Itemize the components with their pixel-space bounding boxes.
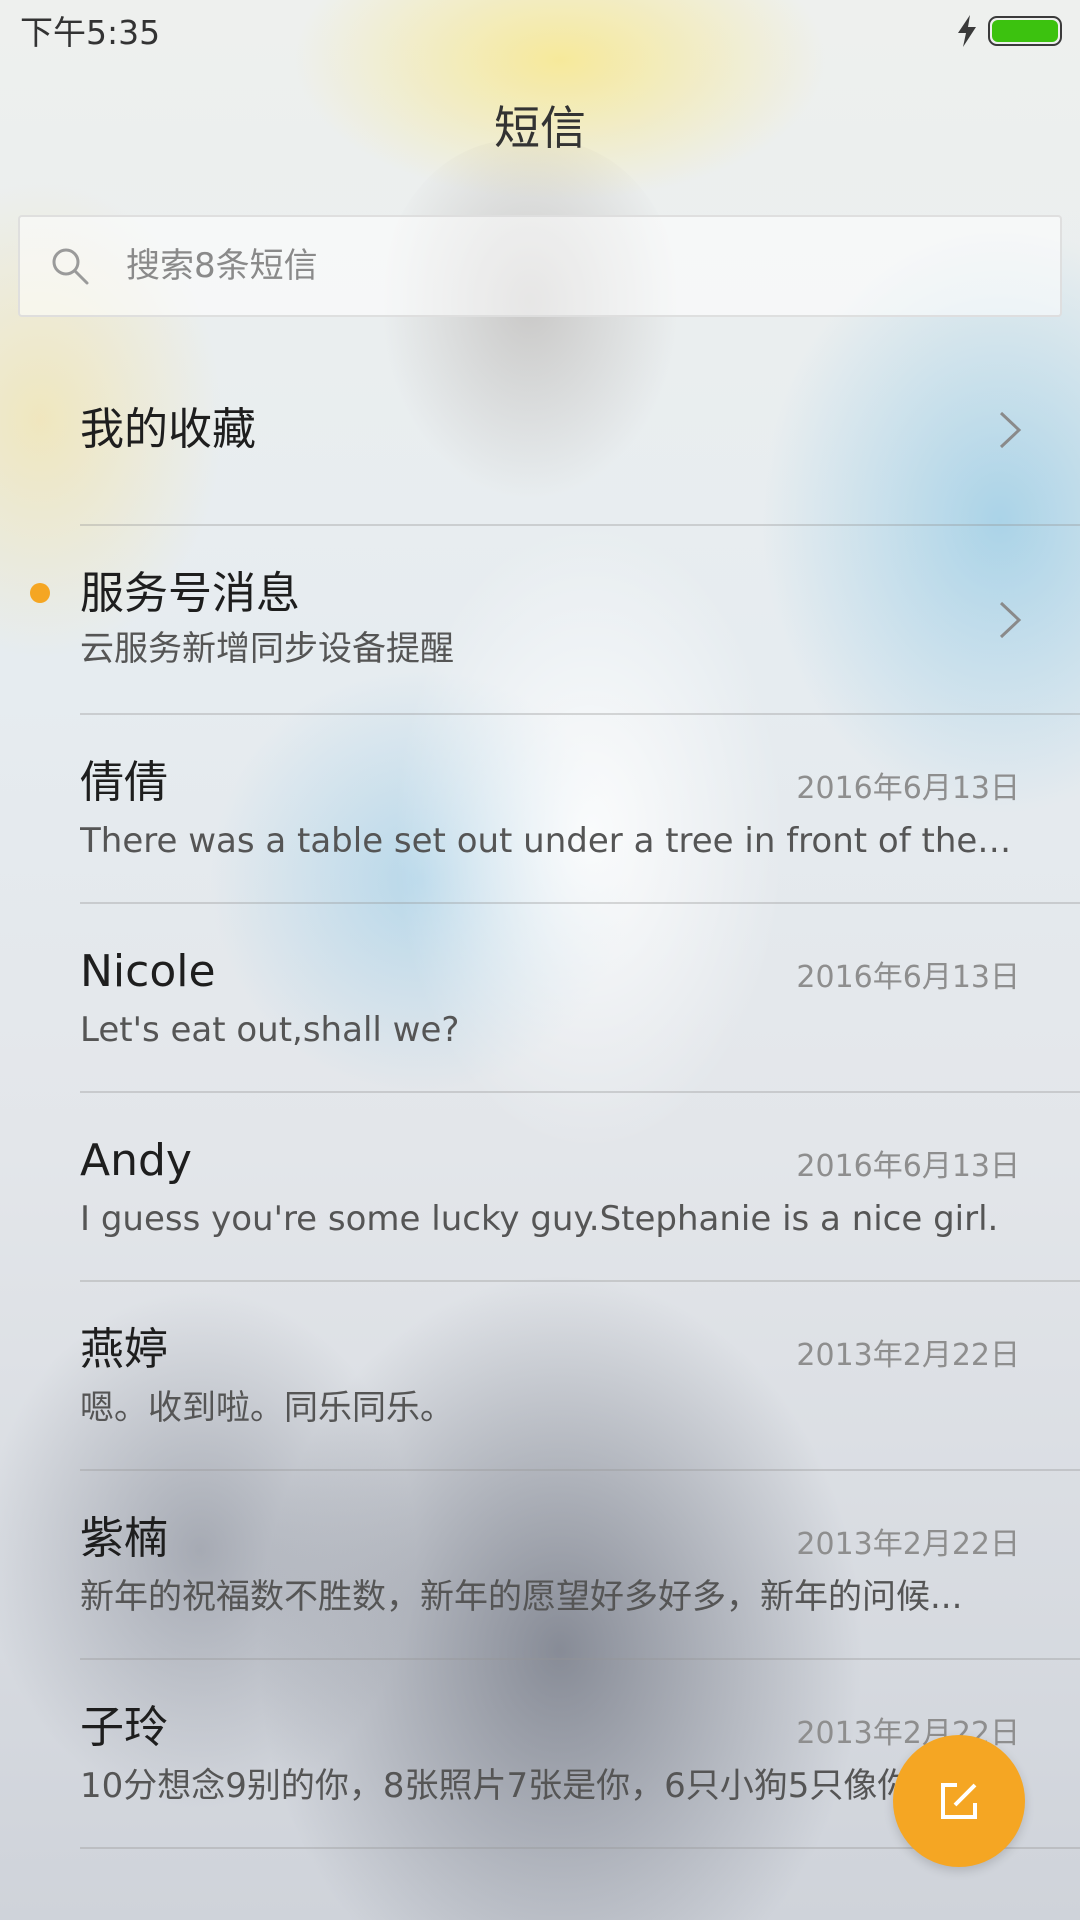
service-title: 服务号消息 — [80, 568, 300, 619]
battery-icon — [988, 16, 1062, 46]
page-title: 短信 — [494, 101, 586, 155]
message-preview: I guess you're some lucky guy.Stephanie … — [80, 1199, 999, 1239]
battery-level — [992, 20, 1058, 42]
contact-name: 紫楠 — [80, 1513, 168, 1564]
message-date: 2016年6月13日 — [796, 1149, 1020, 1184]
status-indicators — [956, 14, 1062, 48]
conversation-item[interactable]: Nicole 2016年6月13日 Let's eat out,shall we… — [0, 904, 1080, 1093]
message-date: 2013年2月22日 — [796, 1527, 1020, 1562]
conversation-item[interactable]: 倩倩 2016年6月13日 There was a table set out … — [0, 715, 1080, 904]
favorites-row[interactable]: 我的收藏 — [0, 337, 1080, 526]
message-preview: 10分想念9别的你，8张照片7张是你，6只小狗5只像你 — [80, 1766, 912, 1806]
message-date: 2016年6月13日 — [796, 771, 1020, 806]
sms-app: 下午5:35 短信 我的收藏 服务号消息 云服务新增同步设备提醒 — [0, 0, 1080, 1920]
status-time: 下午5:35 — [20, 13, 161, 52]
conversation-item[interactable]: 燕婷 2013年2月22日 嗯。收到啦。同乐同乐。 — [0, 1282, 1080, 1471]
message-preview: 嗯。收到啦。同乐同乐。 — [80, 1388, 454, 1428]
contact-name: 燕婷 — [80, 1324, 168, 1375]
chevron-right-icon — [999, 601, 1022, 639]
message-preview: Let's eat out,shall we? — [80, 1010, 460, 1050]
search-input[interactable] — [124, 245, 928, 287]
message-preview: 新年的祝福数不胜数，新年的愿望好多好多，新年的问候... — [80, 1577, 963, 1617]
lightning-icon — [958, 15, 976, 47]
contact-name: 倩倩 — [80, 757, 168, 808]
conversation-item[interactable]: 紫楠 2013年2月22日 新年的祝福数不胜数，新年的愿望好多好多，新年的问候.… — [0, 1471, 1080, 1660]
contact-name: 子玲 — [80, 1702, 168, 1753]
compose-button[interactable] — [893, 1735, 1025, 1867]
service-subtitle: 云服务新增同步设备提醒 — [80, 629, 454, 669]
compose-icon — [941, 1783, 977, 1819]
favorites-label: 我的收藏 — [80, 404, 256, 455]
search-bar[interactable] — [18, 215, 1062, 317]
search-icon — [52, 248, 89, 285]
contact-name: Nicole — [80, 946, 216, 997]
message-date: 2013年2月22日 — [796, 1338, 1020, 1373]
conversation-item[interactable]: Andy 2016年6月13日 I guess you're some luck… — [0, 1093, 1080, 1282]
service-messages-row[interactable]: 服务号消息 云服务新增同步设备提醒 — [0, 526, 1080, 715]
chevron-right-icon — [999, 411, 1022, 449]
contact-name: Andy — [80, 1135, 192, 1186]
message-preview: There was a table set out under a tree i… — [80, 821, 1020, 861]
unread-dot — [30, 583, 50, 603]
message-date: 2016年6月13日 — [796, 960, 1020, 995]
